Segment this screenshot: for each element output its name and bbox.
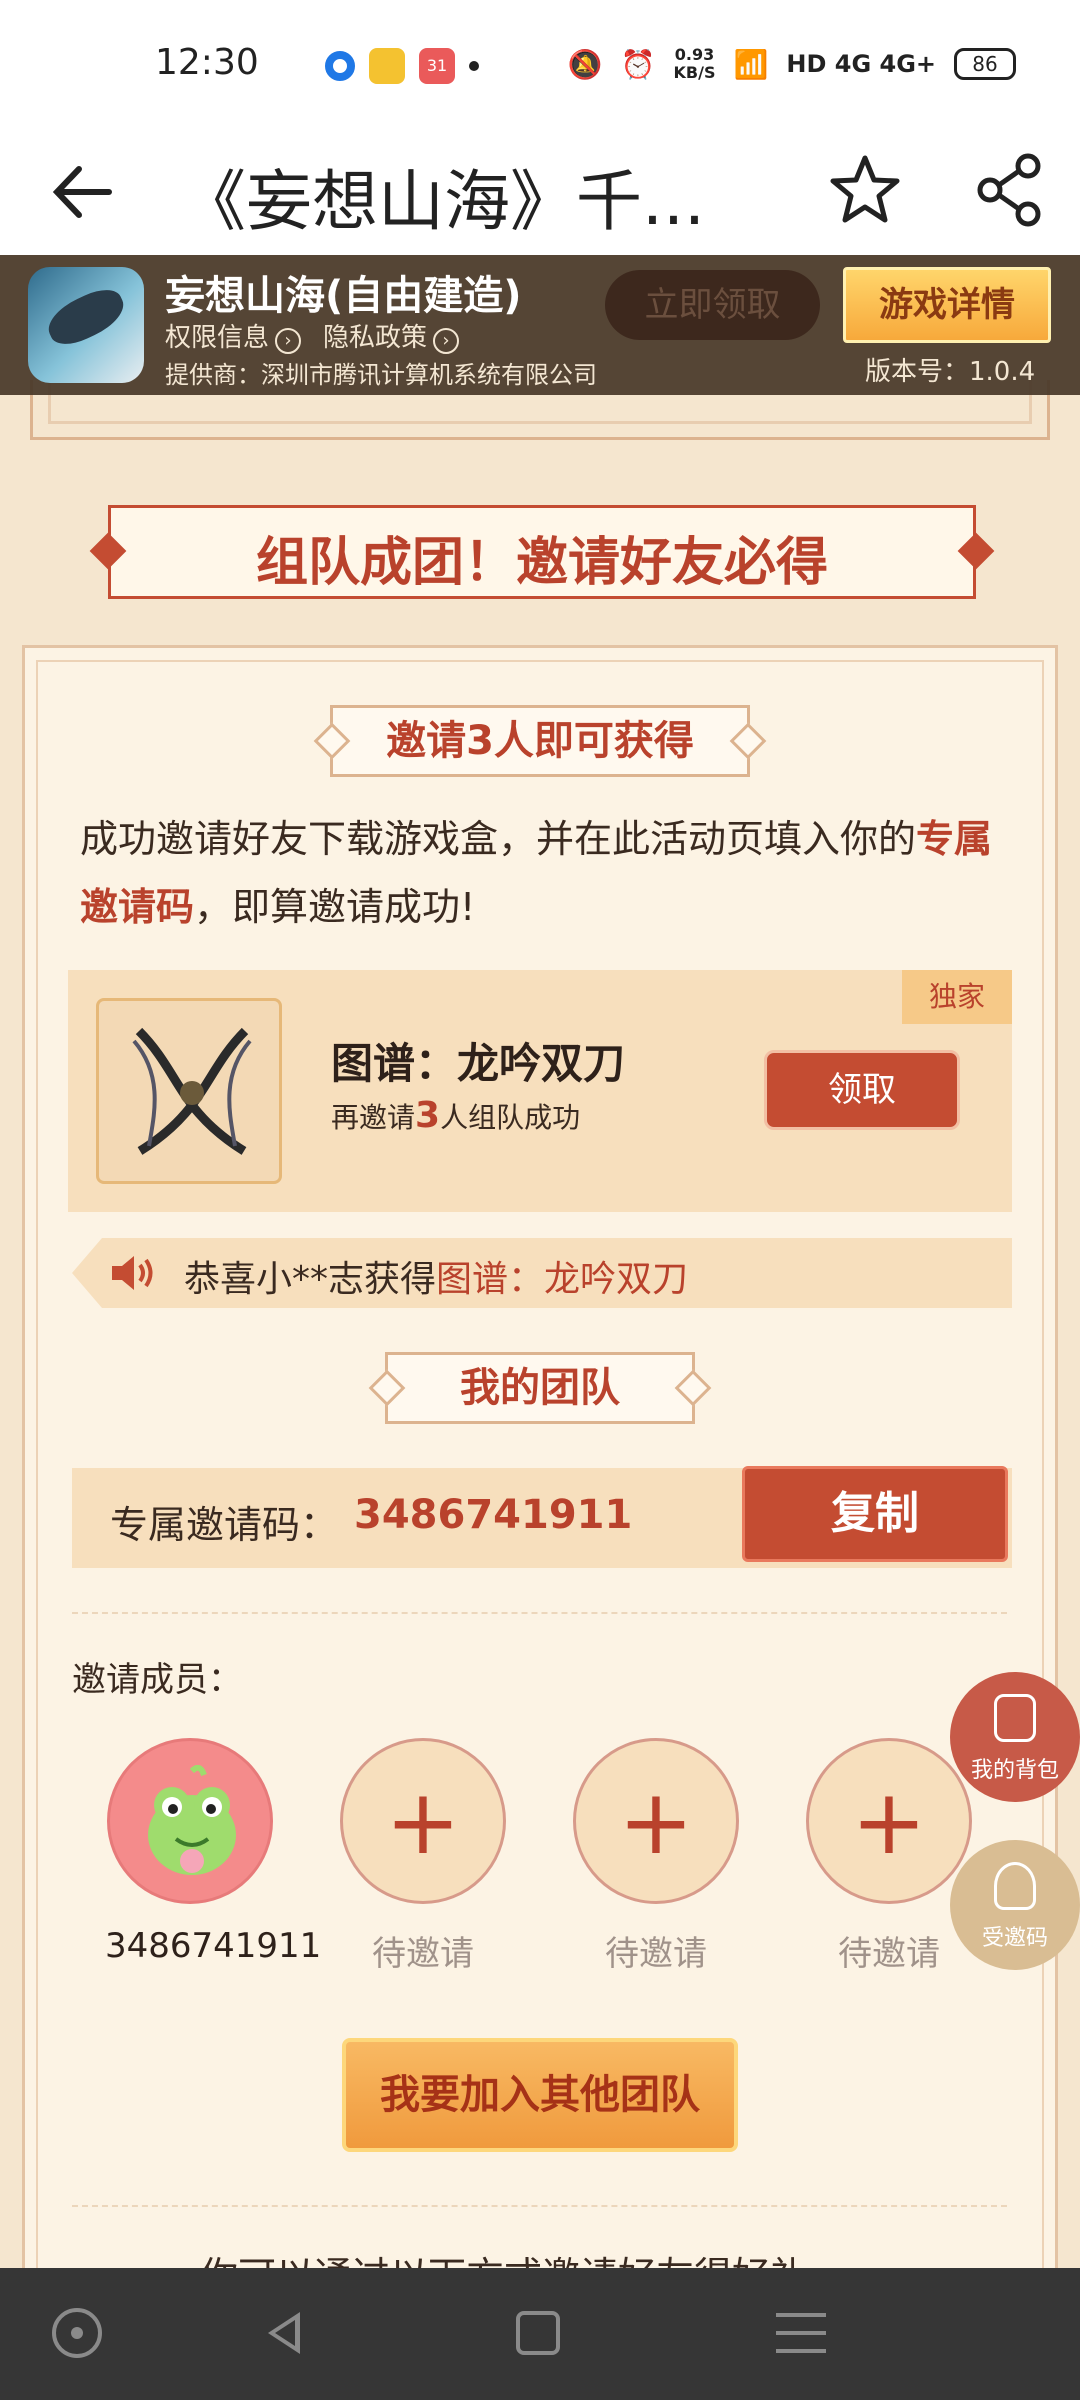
reward-image bbox=[96, 998, 282, 1184]
app-version: 版本号：1.0.4 bbox=[865, 357, 1036, 387]
reward-name: 图谱：龙吟双刀 bbox=[331, 1039, 626, 1088]
app-info-bar: 妄想山海(自由建造) 权限信息 › 隐私政策 › 提供商：深圳市腾讯计算机系统有限公… bbox=[0, 255, 1080, 395]
invite-slot-button[interactable]: + bbox=[573, 1738, 739, 1904]
invite-code-row: 专属邀请码： 3486741911 复制 bbox=[72, 1466, 1012, 1568]
add-user-icon bbox=[994, 1862, 1036, 1910]
avatar bbox=[107, 1738, 273, 1904]
chevron-right-icon: › bbox=[275, 328, 302, 354]
nav-menu-icon[interactable] bbox=[776, 2313, 826, 2353]
member-slot-empty[interactable]: + 待邀请 bbox=[571, 1738, 741, 1975]
winner-notice: 恭喜小**志获得图谱：龙吟双刀 bbox=[72, 1238, 1012, 1308]
invite-code-value: 3486741911 bbox=[354, 1492, 633, 1538]
section-banner: 组队成团！邀请好友必得 bbox=[108, 505, 976, 599]
chevron-right-icon: › bbox=[433, 328, 460, 354]
app-provider: 提供商：深圳市腾讯计算机系统有限公司 bbox=[165, 361, 597, 389]
app-name: 妄想山海(自由建造) bbox=[165, 273, 522, 319]
nav-back-icon[interactable] bbox=[258, 2308, 308, 2358]
calendar-icon: 31 bbox=[419, 48, 455, 84]
plus-icon: + bbox=[385, 1770, 461, 1875]
dual-blades-icon bbox=[132, 1027, 252, 1155]
game-app-icon[interactable] bbox=[28, 267, 144, 383]
member-name: 待邀请 bbox=[372, 1934, 474, 1974]
invite-subtitle: 邀请3人即可获得 bbox=[313, 705, 767, 777]
net-speed: 0.93 KB/S bbox=[673, 45, 716, 82]
share-icon bbox=[977, 153, 1041, 227]
page-title: 《妄想山海》千... bbox=[180, 163, 705, 240]
invite-slot-button[interactable]: + bbox=[340, 1738, 506, 1904]
member-slot-empty[interactable]: + 待邀请 bbox=[804, 1738, 974, 1975]
privacy-link[interactable]: 隐私政策 › bbox=[323, 317, 460, 354]
frog-avatar-icon bbox=[148, 1765, 236, 1875]
invite-description: 成功邀请好友下载游戏盒，并在此活动页填入你的专属邀请码，即算邀请成功! bbox=[80, 817, 993, 929]
app-links: 权限信息 › 隐私政策 › bbox=[165, 317, 460, 354]
title-bar: 《妄想山海》千... bbox=[0, 130, 1080, 255]
team-subtitle: 我的团队 bbox=[368, 1352, 712, 1424]
more-notifications-dot-icon bbox=[469, 61, 479, 71]
favorite-button[interactable] bbox=[825, 150, 905, 230]
system-status: 🔕 ⏰ 0.93 KB/S 📶 HD 4G 4G+ 86 bbox=[568, 46, 1016, 82]
plus-icon: + bbox=[851, 1770, 927, 1875]
join-other-team-button[interactable]: 我要加入其他团队 bbox=[342, 2038, 738, 2152]
arrow-left-icon bbox=[52, 166, 112, 218]
reward-condition: 再邀请3人组队成功 bbox=[331, 1095, 581, 1136]
alarm-icon: ⏰ bbox=[620, 47, 656, 81]
notice-text: 恭喜小**志获得图谱：龙吟双刀 bbox=[184, 1259, 689, 1300]
reward-card: 独家 图谱：龙吟双刀 再邀请3人组队成功 领取 bbox=[68, 970, 1012, 1212]
permissions-link[interactable]: 权限信息 › bbox=[165, 317, 302, 354]
invite-slot-button[interactable]: + bbox=[806, 1738, 972, 1904]
status-bar: 12:30 31 🔕 ⏰ 0.93 KB/S 📶 HD 4G 4G+ 86 bbox=[0, 0, 1080, 130]
divider bbox=[72, 1612, 1007, 1614]
status-time: 12:30 bbox=[155, 42, 259, 83]
assistant-icon[interactable] bbox=[52, 2308, 102, 2358]
mute-icon: 🔕 bbox=[567, 47, 603, 81]
nav-home-icon[interactable] bbox=[516, 2311, 560, 2355]
invite-code-label: 专属邀请码： bbox=[110, 1503, 339, 1547]
back-button[interactable] bbox=[45, 155, 120, 230]
claim-reward-button[interactable]: 领取 bbox=[764, 1050, 960, 1130]
my-bag-button[interactable]: 我的背包 bbox=[950, 1672, 1080, 1802]
divider bbox=[72, 2205, 1007, 2207]
member-slot-empty[interactable]: + 待邀请 bbox=[338, 1738, 508, 1975]
member-name: 3486741911 bbox=[105, 1926, 322, 1966]
exclusive-badge: 独家 bbox=[902, 970, 1012, 1024]
game-detail-button[interactable]: 游戏详情 bbox=[843, 267, 1051, 343]
share-button[interactable] bbox=[970, 150, 1050, 230]
star-icon bbox=[830, 155, 900, 223]
backpack-icon bbox=[994, 1694, 1036, 1742]
banner-title: 组队成团！邀请好友必得 bbox=[255, 533, 828, 593]
member-slot-self: 3486741911 bbox=[105, 1738, 322, 1966]
member-name: 待邀请 bbox=[838, 1934, 940, 1974]
system-nav-bar bbox=[0, 2268, 1080, 2400]
battery-icon: 86 bbox=[954, 48, 1016, 80]
member-name: 待邀请 bbox=[605, 1934, 707, 1974]
speaker-icon bbox=[112, 1256, 153, 1290]
copy-code-button[interactable]: 复制 bbox=[742, 1466, 1008, 1562]
plus-icon: + bbox=[618, 1770, 694, 1875]
claim-now-button[interactable]: 立即领取 bbox=[605, 270, 820, 340]
heart-app-icon bbox=[369, 48, 405, 84]
network-indicator: HD 4G 4G+ bbox=[786, 50, 936, 78]
notification-icons: 31 bbox=[325, 48, 479, 84]
wifi-icon: 📶 bbox=[733, 47, 769, 81]
app-notification-icon bbox=[325, 51, 355, 81]
members-label: 邀请成员： bbox=[72, 1660, 242, 1700]
invite-code-entry-button[interactable]: 受邀码 bbox=[950, 1840, 1080, 1970]
